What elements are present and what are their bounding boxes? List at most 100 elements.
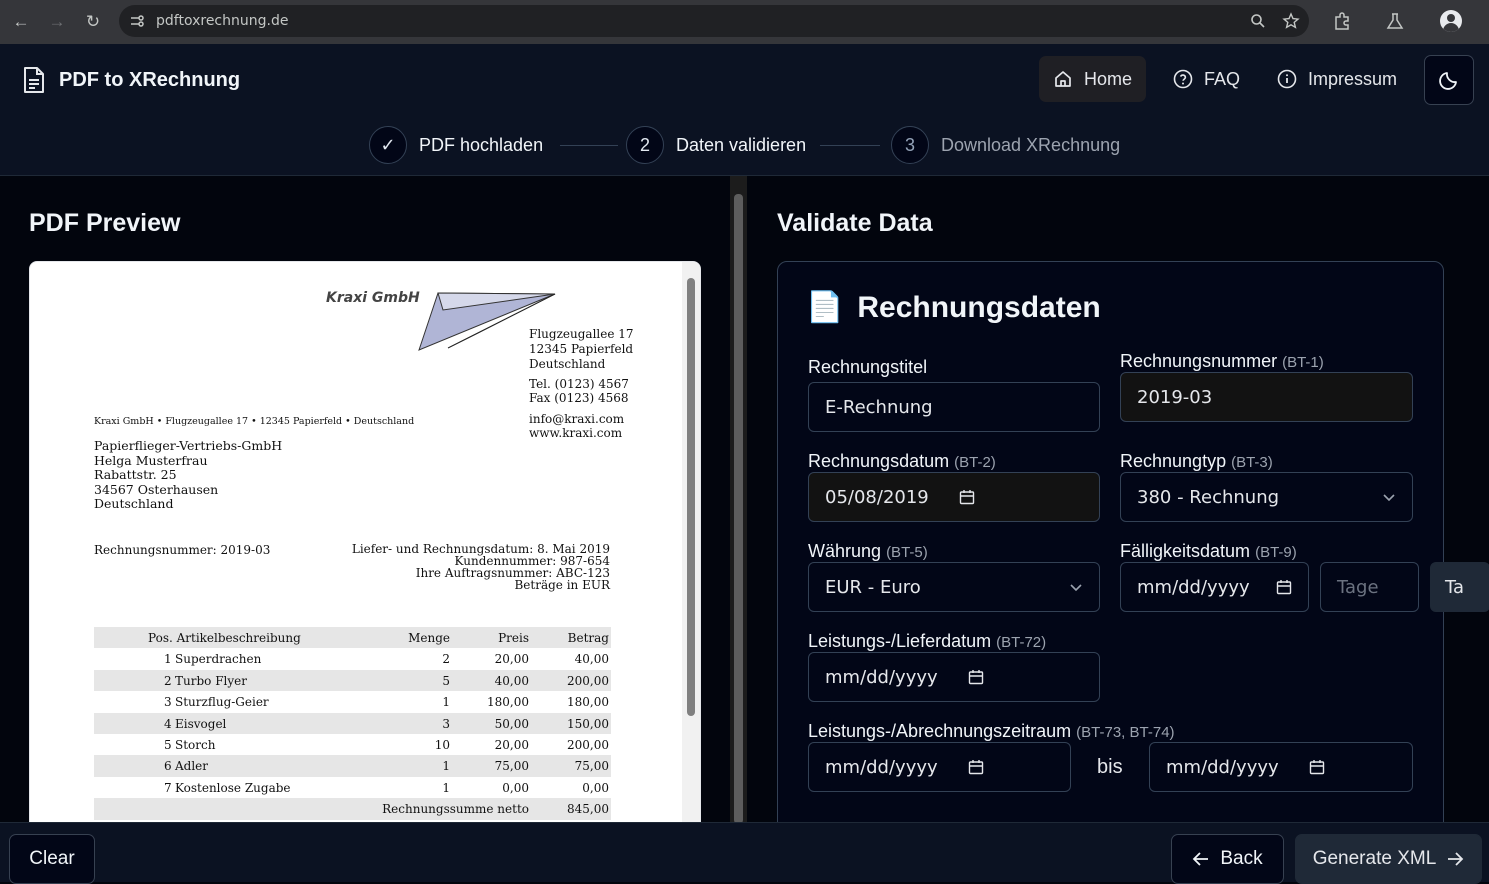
reload-icon[interactable]: ↻ [81, 10, 105, 34]
cell-pos: 6 [164, 759, 172, 774]
panel-scroll-thumb[interactable] [734, 194, 743, 824]
cell-desc: Sturzflug-Geier [175, 695, 269, 710]
rechnungsnummer-input[interactable]: 2019-03 [1120, 372, 1413, 422]
nav-impressum-button[interactable]: Impressum [1263, 56, 1411, 102]
generate-xml-button[interactable]: Generate XML [1295, 834, 1482, 884]
rechnungsdatum-label: Rechnungsdatum (BT-2) [808, 451, 996, 471]
app-title[interactable]: PDF to XRechnung [59, 69, 240, 92]
cell-amount: 150,00 [567, 716, 609, 731]
cell-amount: 0,00 [582, 780, 609, 795]
zoom-icon[interactable] [1250, 13, 1266, 29]
cell-desc: Storch [175, 737, 216, 752]
nav-faq-label: FAQ [1204, 68, 1241, 89]
zeitraum-from-input[interactable]: mm/dd/yyyy [808, 742, 1071, 792]
waehrung-select[interactable]: EUR - Euro [808, 562, 1100, 612]
cell-amount: 200,00 [567, 737, 609, 752]
cell-pos: 1 [164, 652, 172, 667]
cell-price: 75,00 [494, 759, 529, 774]
lieferdatum-label: Leistungs-/Lieferdatum (BT-72) [808, 631, 1047, 651]
labs-flask-icon[interactable] [1385, 11, 1405, 31]
tage-button[interactable]: Ta [1430, 562, 1489, 612]
footer-action-bar: Clear Back Generate XML [0, 822, 1489, 884]
cell-desc: Eisvogel [175, 716, 227, 731]
pdf-web: info@kraxi.com www.kraxi.com [529, 412, 625, 440]
calendar-icon[interactable] [968, 759, 984, 775]
step-2-label: Daten validieren [676, 134, 807, 155]
rechnungtyp-select[interactable]: 380 - Rechnung [1120, 472, 1413, 522]
profile-avatar-icon[interactable] [1440, 10, 1462, 32]
cell-amount: 180,00 [567, 695, 609, 710]
app-header: PDF to XRechnung Home FAQ Impressum ✓ PD… [0, 44, 1489, 176]
chevron-down-icon [1070, 584, 1082, 592]
rechnungsdatum-input[interactable]: 05/08/2019 [808, 472, 1100, 522]
cell-price: 20,00 [494, 652, 529, 667]
cell-qty: 5 [442, 673, 450, 688]
back-button[interactable]: Back [1171, 834, 1284, 884]
cell-qty: 3 [442, 716, 450, 731]
rechnungstitel-input[interactable]: E-Rechnung [808, 382, 1100, 432]
site-settings-icon[interactable] [129, 13, 145, 29]
step-2-number: 2 [626, 126, 664, 164]
step-validate: 2 Daten validieren [626, 126, 806, 164]
lieferdatum-input[interactable]: mm/dd/yyyy [808, 652, 1100, 702]
calendar-icon[interactable] [1309, 759, 1325, 775]
step-1-label: PDF hochladen [419, 134, 544, 155]
table-row: 4 Eisvogel 3 50,00 150,00 [94, 712, 611, 734]
cell-pos: 7 [164, 780, 172, 795]
cell-qty: 1 [442, 759, 450, 774]
browser-toolbar: ← → ↻ pdftoxrechnung.de [0, 0, 1489, 44]
clear-button[interactable]: Clear [9, 834, 95, 884]
cell-qty: 10 [434, 737, 450, 752]
pdf-scroll-thumb[interactable] [687, 278, 695, 716]
pdf-invoice-number: Rechnungsnummer: 2019-03 [94, 543, 271, 557]
address-bar[interactable]: pdftoxrechnung.de [119, 5, 1309, 37]
table-row: 6 Adler 1 75,00 75,00 [94, 755, 611, 777]
calendar-icon[interactable] [959, 489, 975, 505]
chevron-down-icon [1383, 494, 1395, 502]
pdf-recipient: Papierflieger-Vertriebs-GmbH Helga Muster… [94, 438, 283, 511]
faelligkeitsdatum-label: Fälligkeitsdatum (BT-9) [1120, 541, 1297, 561]
arrow-left-icon [1193, 852, 1209, 866]
rechnungstitel-label: Rechnungstitel [808, 357, 928, 377]
tage-input[interactable]: Tage [1320, 562, 1419, 612]
calendar-icon[interactable] [1276, 579, 1292, 595]
cell-price: 180,00 [487, 695, 529, 710]
invoice-data-card: 📄 Rechnungsdaten Rechnungstitel E-Rechnu… [777, 261, 1489, 822]
pdf-items-table: Pos. Artikelbeschreibung Menge Preis Bet… [94, 627, 611, 820]
url-text[interactable]: pdftoxrechnung.de [156, 13, 288, 29]
panel-scrollbar[interactable] [730, 176, 747, 824]
cell-price: 0,00 [502, 780, 529, 795]
extensions-icon[interactable] [1332, 11, 1352, 31]
arrow-right-icon [1448, 852, 1464, 866]
cell-pos: 4 [164, 716, 172, 731]
pdf-viewer[interactable]: Kraxi GmbH Flugzeugallee 17 12345 Papierf… [29, 261, 701, 841]
step-3-label: Download XRechnung [941, 134, 1121, 155]
validate-panel: Validate Data 📄 Rechnungsdaten Rechnungs… [747, 176, 1489, 822]
theme-toggle-button[interactable] [1424, 55, 1474, 105]
cell-desc: Kostenlose Zugabe [175, 780, 291, 795]
nav-faq-button[interactable]: FAQ [1159, 56, 1254, 102]
pdf-contact: Tel. (0123) 4567 Fax (0123) 4568 [529, 377, 629, 405]
rechnungsnummer-label: Rechnungsnummer (BT-1) [1120, 351, 1324, 371]
nav-home-button[interactable]: Home [1039, 56, 1147, 102]
bookmark-star-icon[interactable] [1282, 12, 1300, 30]
cell-qty: 1 [442, 695, 450, 710]
step-upload: ✓ PDF hochladen [369, 126, 543, 164]
cell-price: 40,00 [494, 673, 529, 688]
pdf-company-name: Kraxi GmbH [326, 290, 420, 306]
step-1-check-icon: ✓ [369, 126, 407, 164]
table-row: 1 Superdrachen 2 20,00 40,00 [94, 648, 611, 669]
forward-arrow-icon[interactable]: → [45, 10, 69, 34]
step-connector [820, 145, 880, 146]
pdf-preview-title: PDF Preview [29, 209, 181, 237]
back-arrow-icon[interactable]: ← [9, 10, 33, 34]
calendar-icon[interactable] [968, 669, 984, 685]
cell-amount: 40,00 [574, 652, 609, 667]
faelligkeitsdatum-input[interactable]: mm/dd/yyyy [1120, 562, 1309, 612]
zeitraum-to-input[interactable]: mm/dd/yyyy [1149, 742, 1413, 792]
rechnungtyp-label: Rechnungtyp (BT-3) [1120, 451, 1273, 471]
pdf-scrollbar[interactable] [682, 262, 700, 840]
table-row: 5 Storch 10 20,00 200,00 [94, 734, 611, 755]
document-logo-icon[interactable] [22, 66, 46, 94]
nav-home-label: Home [1084, 68, 1133, 89]
